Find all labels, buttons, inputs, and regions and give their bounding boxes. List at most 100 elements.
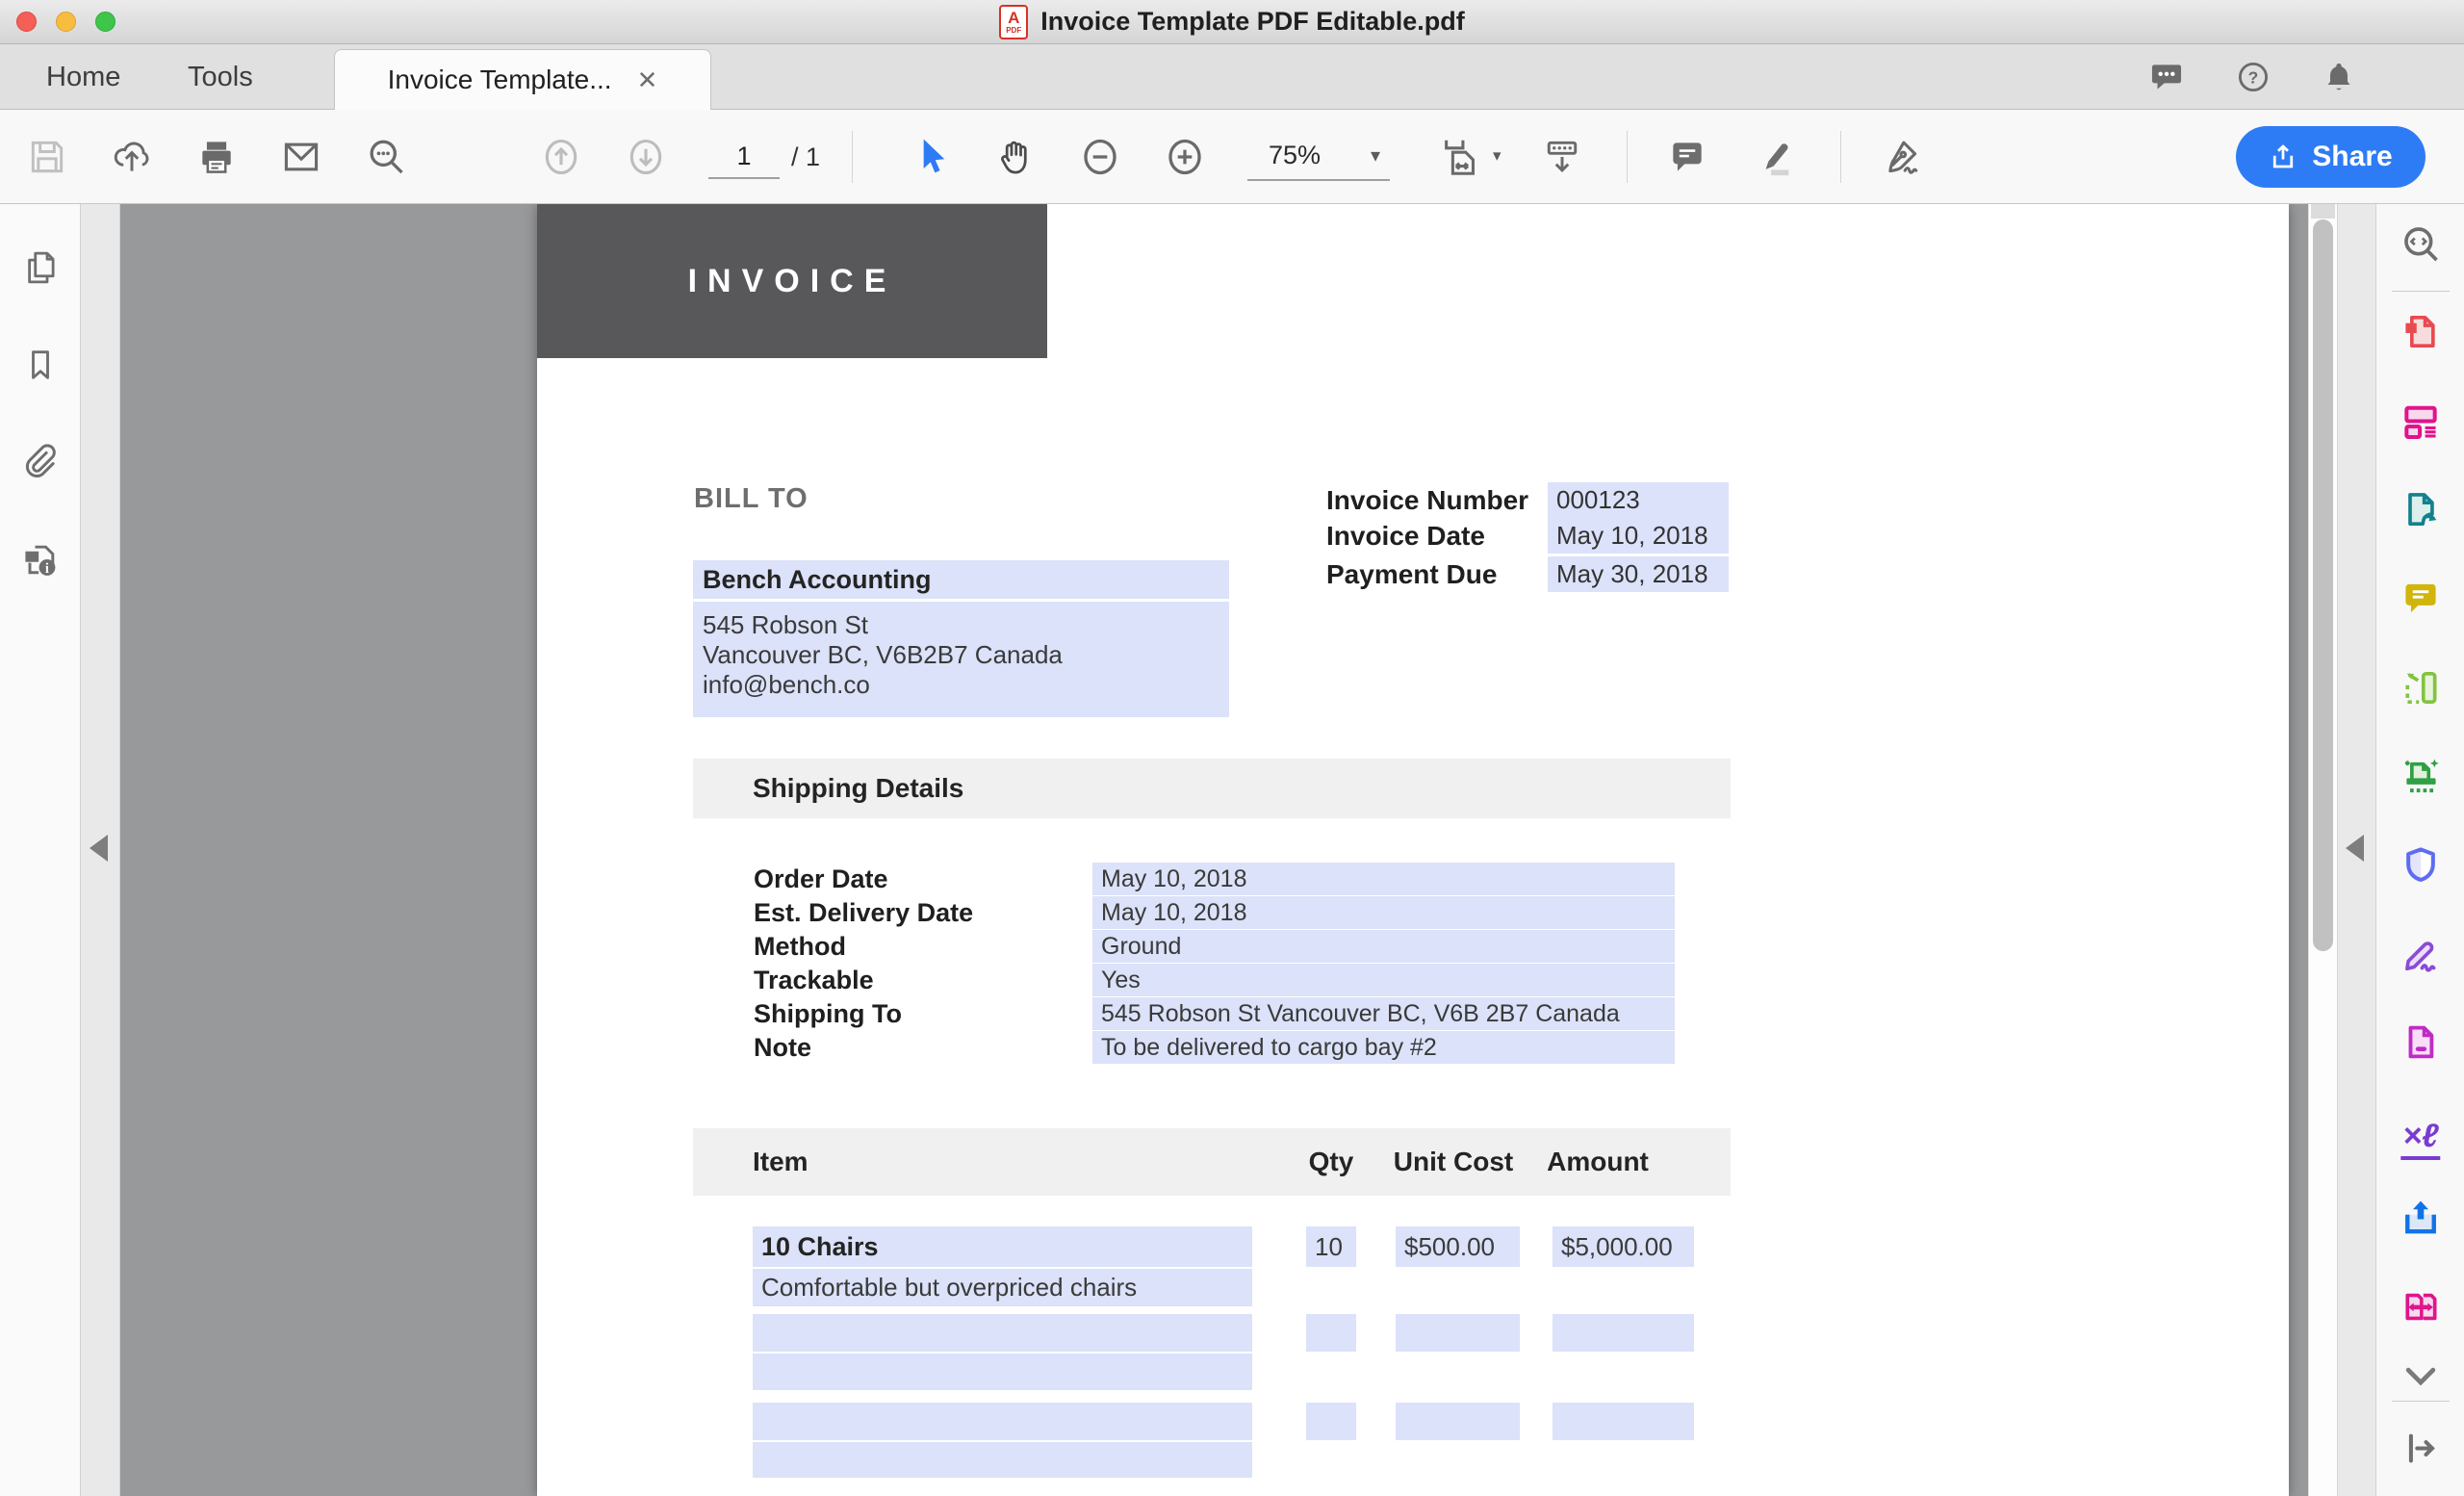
trackable-field[interactable]: Yes [1092,964,1675,996]
bill-to-address-field[interactable]: 545 Robson St Vancouver BC, V6B2B7 Canad… [693,602,1229,717]
fit-width-caret-icon[interactable]: ▾ [1493,146,1502,166]
main-area: i INVOICE BILL TO Bench Accounting 545 R… [0,204,2464,1496]
order-date-label: Order Date [754,863,1092,895]
toolbar-divider [1840,131,1841,183]
page-number-input[interactable]: 1 [708,135,780,179]
payment-due-field[interactable]: May 30, 2018 [1548,556,1729,592]
item-description-field[interactable] [753,1442,1252,1478]
invoice-date-field[interactable]: May 10, 2018 [1548,518,1729,554]
request-signatures-icon[interactable]: ×ℓ [2400,1120,2440,1152]
item-qty-field[interactable] [1306,1314,1356,1352]
send-for-review-icon[interactable] [2399,1197,2443,1244]
share-button-label: Share [2312,141,2392,173]
zoom-level-dropdown[interactable]: 75% ▾ [1247,131,1390,181]
select-tool-icon[interactable] [910,135,952,179]
vertical-scrollbar[interactable] [2308,204,2337,1496]
window-controls [16,12,116,32]
zoom-window-button[interactable] [95,12,116,32]
invoice-number-field[interactable]: 000123 [1548,482,1729,518]
next-page-icon[interactable] [625,135,667,179]
more-tools-chevron-icon[interactable] [2400,1361,2442,1399]
expand-right-panel-icon[interactable] [2346,835,2364,862]
minimize-window-button[interactable] [56,12,76,32]
feedback-icon[interactable] [2148,59,2185,95]
open-tools-panel-icon[interactable] [2400,1428,2442,1475]
tools-divider [2392,291,2450,292]
document-canvas[interactable]: INVOICE BILL TO Bench Accounting 545 Rob… [120,204,2308,1496]
compare-files-icon[interactable] [2400,1286,2442,1333]
protect-icon[interactable] [2400,844,2442,891]
item-description-field[interactable]: Comfortable but overpriced chairs [753,1269,1252,1306]
item-description-field[interactable] [753,1354,1252,1390]
attachments-icon[interactable] [20,441,61,488]
organize-pages-icon[interactable] [2400,667,2442,714]
invoice-title: INVOICE [688,263,897,300]
combine-files-icon[interactable] [2399,400,2443,448]
scrollbar-top-cap [2311,204,2335,219]
comment-tool-icon[interactable] [1666,135,1708,179]
fill-and-sign-icon[interactable] [2399,933,2443,980]
trackable-label: Trackable [754,964,1092,996]
prepare-form-icon[interactable] [2400,1021,2441,1069]
search-document-icon[interactable] [2400,224,2442,271]
bill-to-name-field[interactable]: Bench Accounting [693,560,1229,599]
shipping-to-field[interactable]: 545 Robson St Vancouver BC, V6B 2B7 Cana… [1092,997,1675,1030]
sign-tool-icon[interactable] [1878,135,1924,179]
search-icon[interactable] [365,136,407,178]
item-amount-field[interactable] [1553,1314,1694,1352]
tab-bar: Home Tools Invoice Template... ✕ ? [0,44,2464,110]
address-line-2: Vancouver BC, V6B2B7 Canada [703,640,1229,670]
tab-home[interactable]: Home [46,44,120,110]
email-icon[interactable] [279,136,323,178]
shipping-row: Shipping To 545 Robson St Vancouver BC, … [754,997,1675,1030]
pdf-page: INVOICE BILL TO Bench Accounting 545 Rob… [537,204,2289,1496]
page-count-label: / 1 [791,135,820,179]
tools-panel: ×ℓ [2375,204,2464,1496]
comment-tool-panel-icon[interactable] [2400,578,2442,625]
window-title-group: A PDF Invoice Template PDF Editable.pdf [999,5,1465,39]
previous-page-icon[interactable] [540,135,582,179]
item-name-field[interactable] [753,1314,1252,1352]
item-unit-cost-field[interactable]: $500.00 [1396,1226,1520,1267]
order-date-field[interactable]: May 10, 2018 [1092,863,1675,895]
zoom-in-icon[interactable] [1164,135,1206,179]
tab-close-icon[interactable]: ✕ [637,65,658,95]
page-thumbnails-icon[interactable] [20,246,61,294]
cloud-upload-icon[interactable] [110,136,154,178]
zoom-out-icon[interactable] [1079,135,1121,179]
scrollbar-thumb[interactable] [2313,219,2333,951]
collapse-left-panel-icon[interactable] [90,835,108,862]
item-name-field[interactable]: 10 Chairs [753,1226,1252,1267]
item-amount-field[interactable]: $5,000.00 [1553,1226,1694,1267]
hide-toolbar-icon[interactable] [1541,135,1583,179]
method-field[interactable]: Ground [1092,930,1675,963]
create-pdf-icon[interactable] [2400,311,2442,358]
bookmarks-icon[interactable] [21,344,60,391]
item-unit-cost-field[interactable] [1396,1403,1520,1440]
print-icon[interactable] [195,136,238,178]
item-qty-field[interactable]: 10 [1306,1226,1356,1267]
export-pdf-icon[interactable] [2400,489,2442,536]
item-name-field[interactable] [753,1403,1252,1440]
notifications-bell-icon[interactable] [2322,59,2356,95]
item-amount-field[interactable] [1553,1403,1694,1440]
save-icon[interactable] [26,136,68,178]
note-field[interactable]: To be delivered to cargo bay #2 [1092,1031,1675,1064]
item-unit-cost-field[interactable] [1396,1314,1520,1352]
close-window-button[interactable] [16,12,37,32]
toolbar-divider [852,131,853,183]
item-qty-field[interactable] [1306,1403,1356,1440]
shipping-details-header: Shipping Details [693,759,1731,818]
hand-tool-icon[interactable] [994,135,1037,179]
tab-document[interactable]: Invoice Template... ✕ [334,49,711,110]
tab-tools[interactable]: Tools [188,44,253,110]
invoice-header-band: INVOICE [537,204,1047,358]
standards-info-icon[interactable]: i [19,538,62,585]
fit-width-icon[interactable] [1439,135,1483,179]
est-delivery-date-field[interactable]: May 10, 2018 [1092,896,1675,929]
invoice-meta: Invoice Number 000123 Invoice Date May 1… [1326,482,1729,592]
share-button[interactable]: Share [2236,126,2426,188]
help-icon[interactable]: ? [2235,59,2272,95]
highlight-tool-icon[interactable] [1752,135,1796,179]
scan-and-ocr-icon[interactable] [2399,756,2443,803]
